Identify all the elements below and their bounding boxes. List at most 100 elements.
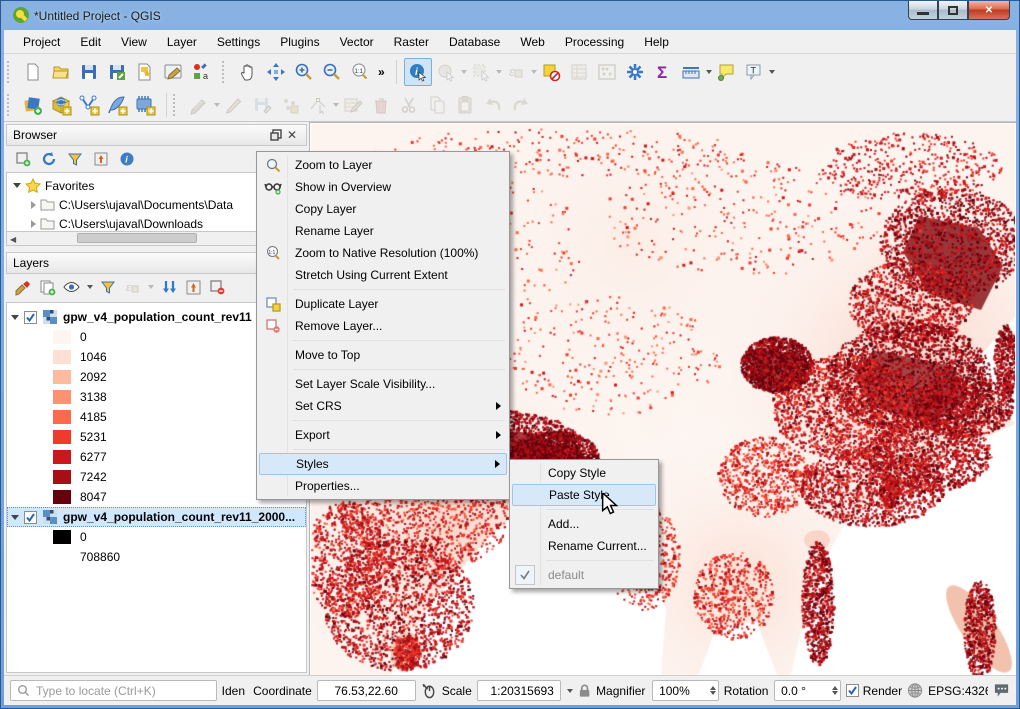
expander-closed-icon[interactable] xyxy=(31,201,36,209)
redo-button[interactable] xyxy=(507,91,535,119)
layer-1-checkbox[interactable] xyxy=(24,311,37,324)
refresh-icon[interactable] xyxy=(40,150,58,168)
expander-closed-icon[interactable] xyxy=(31,220,36,228)
save-project-button[interactable] xyxy=(75,58,103,86)
menu-layer[interactable]: Layer xyxy=(158,32,206,52)
expander-open-icon[interactable] xyxy=(13,183,21,188)
submenu-default-style[interactable]: default xyxy=(512,564,656,586)
crs-status[interactable]: EPSG:4326 xyxy=(928,684,988,698)
properties-widget-icon[interactable]: i xyxy=(118,150,136,168)
remove-layer-group-icon[interactable] xyxy=(208,278,226,296)
add-group-icon[interactable] xyxy=(38,278,56,296)
close-panel-icon[interactable]: ✕ xyxy=(284,127,300,143)
zoom-out-button[interactable] xyxy=(318,58,346,86)
spin-arrows-icon[interactable] xyxy=(710,686,716,695)
add-vector-layer-button[interactable] xyxy=(75,91,103,119)
zoom-in-button[interactable] xyxy=(290,58,318,86)
minimize-button[interactable] xyxy=(908,1,938,20)
menu-vector[interactable]: Vector xyxy=(331,32,383,52)
text-annotation-button[interactable]: T xyxy=(740,58,768,86)
menu-move-to-top[interactable]: Move to Top xyxy=(259,344,507,366)
filter-by-expression-icon[interactable]: ε xyxy=(123,278,141,296)
menu-set-layer-scale-visibility[interactable]: Set Layer Scale Visibility... xyxy=(259,373,507,395)
render-checkbox[interactable]: Render xyxy=(846,684,902,698)
toolbar-grip[interactable] xyxy=(7,94,12,116)
modify-attributes-button[interactable] xyxy=(339,91,367,119)
save-project-as-button[interactable] xyxy=(103,58,131,86)
map-tips-button[interactable] xyxy=(712,58,740,86)
menu-properties[interactable]: Properties... xyxy=(259,475,507,497)
add-raster-layer-button[interactable] xyxy=(47,91,75,119)
expander-open-icon[interactable] xyxy=(11,515,19,520)
delete-selected-button[interactable] xyxy=(367,91,395,119)
menu-edit[interactable]: Edit xyxy=(71,32,110,52)
select-features-button[interactable] xyxy=(467,58,495,86)
title-bar[interactable]: *Untitled Project - QGIS ✕ xyxy=(4,1,1016,30)
open-attribute-table-button[interactable] xyxy=(565,58,593,86)
measure-button[interactable] xyxy=(677,58,705,86)
layer-styling-icon[interactable] xyxy=(14,278,32,296)
manage-map-themes-icon[interactable] xyxy=(62,278,80,296)
layer-2-checkbox[interactable] xyxy=(24,511,37,524)
menu-view[interactable]: View xyxy=(112,32,156,52)
statistics-button[interactable] xyxy=(593,58,621,86)
menu-rename-layer[interactable]: Rename Layer xyxy=(259,220,507,242)
menu-raster[interactable]: Raster xyxy=(385,32,438,52)
submenu-copy-style[interactable]: Copy Style xyxy=(512,462,656,484)
maximize-button[interactable] xyxy=(938,1,968,20)
copy-features-button[interactable] xyxy=(423,91,451,119)
submenu-rename-current[interactable]: Rename Current... xyxy=(512,535,656,557)
menu-duplicate-layer[interactable]: Duplicate Layer xyxy=(259,293,507,315)
expander-open-icon[interactable] xyxy=(11,315,19,320)
vertex-tool-button[interactable] xyxy=(304,91,332,119)
menu-set-crs[interactable]: Set CRS xyxy=(259,395,507,417)
float-panel-icon[interactable] xyxy=(268,127,284,143)
menu-database[interactable]: Database xyxy=(440,32,509,52)
undo-button[interactable] xyxy=(479,91,507,119)
sum-statistics-button[interactable]: Σ xyxy=(649,58,677,86)
rotation-spinbox[interactable]: 0.0 ° xyxy=(774,680,841,701)
messages-icon[interactable] xyxy=(993,683,1010,698)
collapse-all-icon[interactable] xyxy=(92,150,110,168)
expand-all-icon[interactable] xyxy=(160,278,178,296)
locate-search-input[interactable]: Type to locate (Ctrl+K) xyxy=(10,680,217,701)
menu-show-in-overview[interactable]: Show in Overview xyxy=(259,176,507,198)
submenu-paste-style[interactable]: Paste Style xyxy=(512,484,656,506)
filter-browser-icon[interactable] xyxy=(66,150,84,168)
paste-features-button[interactable] xyxy=(451,91,479,119)
data-source-manager-button[interactable] xyxy=(19,91,47,119)
zoom-native-resolution-button[interactable]: 1:1 xyxy=(346,58,374,86)
toolbar-overflow-chevron[interactable]: » xyxy=(378,65,385,79)
new-print-layout-button[interactable] xyxy=(131,58,159,86)
zoom-full-button[interactable] xyxy=(262,58,290,86)
new-geopackage-layer-button[interactable] xyxy=(103,91,131,119)
scale-combo[interactable]: 1:20315693 xyxy=(477,680,561,701)
menu-settings[interactable]: Settings xyxy=(208,32,269,52)
scrollbar-thumb[interactable] xyxy=(77,233,197,243)
lock-scale-icon[interactable] xyxy=(578,683,591,698)
menu-styles[interactable]: Styles xyxy=(259,453,507,475)
menu-stretch-current-extent[interactable]: Stretch Using Current Extent xyxy=(259,264,507,286)
crs-globe-icon[interactable] xyxy=(907,682,923,699)
add-point-feature-button[interactable] xyxy=(276,91,304,119)
menu-processing[interactable]: Processing xyxy=(556,32,633,52)
scale-dropdown-icon[interactable] xyxy=(567,689,573,693)
select-by-expression-button[interactable]: ε xyxy=(502,58,530,86)
processing-toolbox-button[interactable] xyxy=(621,58,649,86)
menu-copy-layer[interactable]: Copy Layer xyxy=(259,198,507,220)
coordinate-input[interactable]: 76.53,22.60 xyxy=(317,680,416,701)
menu-project[interactable]: Project xyxy=(14,32,69,52)
menu-plugins[interactable]: Plugins xyxy=(271,32,328,52)
menu-remove-layer[interactable]: Remove Layer... xyxy=(259,315,507,337)
run-feature-action-button[interactable] xyxy=(432,58,460,86)
magnifier-spinbox[interactable]: 100% xyxy=(652,680,719,701)
open-project-button[interactable] xyxy=(47,58,75,86)
save-layer-edits-button[interactable] xyxy=(248,91,276,119)
toolbar-grip[interactable] xyxy=(173,94,178,116)
add-selected-layers-icon[interactable] xyxy=(14,150,32,168)
identify-features-button[interactable]: i xyxy=(404,58,432,86)
scroll-left-arrow-icon[interactable]: ◀ xyxy=(10,235,16,244)
menu-web[interactable]: Web xyxy=(511,32,553,52)
close-button[interactable]: ✕ xyxy=(968,1,1010,20)
add-mesh-layer-button[interactable] xyxy=(131,91,159,119)
